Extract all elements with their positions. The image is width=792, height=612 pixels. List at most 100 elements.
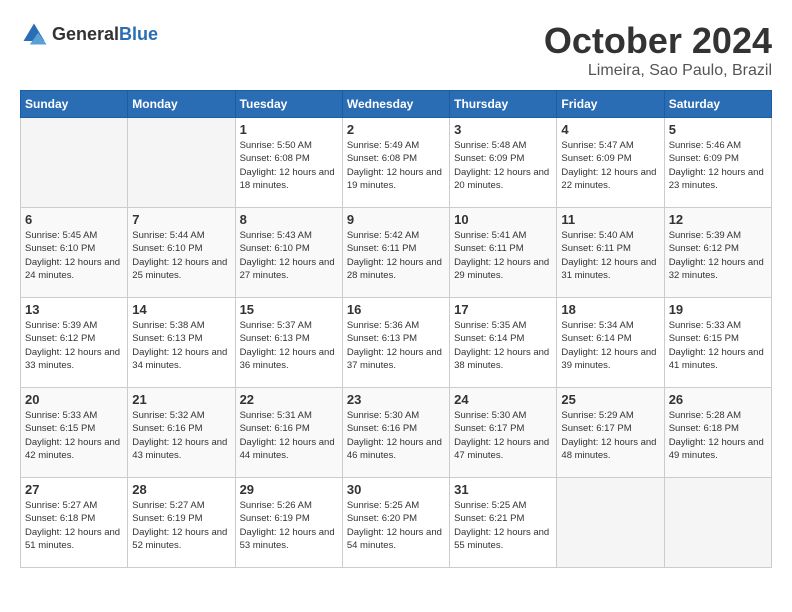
calendar-week-row: 20 Sunrise: 5:33 AMSunset: 6:15 PMDayligh… — [21, 388, 772, 478]
day-info: Sunrise: 5:49 AMSunset: 6:08 PMDaylight:… — [347, 139, 445, 192]
day-header-monday: Monday — [128, 91, 235, 118]
day-info: Sunrise: 5:35 AMSunset: 6:14 PMDaylight:… — [454, 319, 552, 372]
location-title: Limeira, Sao Paulo, Brazil — [544, 62, 772, 80]
day-number: 31 — [454, 482, 552, 497]
day-number: 20 — [25, 392, 123, 407]
day-info: Sunrise: 5:29 AMSunset: 6:17 PMDaylight:… — [561, 409, 659, 462]
day-number: 11 — [561, 212, 659, 227]
day-number: 2 — [347, 122, 445, 137]
day-info: Sunrise: 5:43 AMSunset: 6:10 PMDaylight:… — [240, 229, 338, 282]
day-number: 24 — [454, 392, 552, 407]
day-info: Sunrise: 5:33 AMSunset: 6:15 PMDaylight:… — [669, 319, 767, 372]
day-number: 22 — [240, 392, 338, 407]
day-header-saturday: Saturday — [664, 91, 771, 118]
day-number: 14 — [132, 302, 230, 317]
calendar-cell: 27 Sunrise: 5:27 AMSunset: 6:18 PMDayligh… — [21, 478, 128, 568]
calendar-cell: 2 Sunrise: 5:49 AMSunset: 6:08 PMDaylight… — [342, 118, 449, 208]
title-area: October 2024 Limeira, Sao Paulo, Brazil — [544, 20, 772, 80]
day-number: 3 — [454, 122, 552, 137]
calendar-cell: 28Sunrise: 5:27 AMSunset: 6:19 PMDayligh… — [128, 478, 235, 568]
day-number: 1 — [240, 122, 338, 137]
calendar-week-row: 27 Sunrise: 5:27 AMSunset: 6:18 PMDayligh… — [21, 478, 772, 568]
calendar-cell: 24 Sunrise: 5:30 AMSunset: 6:17 PMDayligh… — [450, 388, 557, 478]
day-info: Sunrise: 5:36 AMSunset: 6:13 PMDaylight:… — [347, 319, 445, 372]
calendar-cell — [557, 478, 664, 568]
day-info: Sunrise: 5:38 AMSunset: 6:13 PMDaylight:… — [132, 319, 230, 372]
day-info: Sunrise: 5:48 AMSunset: 6:09 PMDaylight:… — [454, 139, 552, 192]
calendar-cell: 18Sunrise: 5:34 AMSunset: 6:14 PMDayligh… — [557, 298, 664, 388]
day-info: Sunrise: 5:25 AMSunset: 6:20 PMDaylight:… — [347, 499, 445, 552]
day-number: 7 — [132, 212, 230, 227]
day-header-wednesday: Wednesday — [342, 91, 449, 118]
calendar-cell — [128, 118, 235, 208]
day-info: Sunrise: 5:46 AMSunset: 6:09 PMDaylight:… — [669, 139, 767, 192]
day-number: 23 — [347, 392, 445, 407]
calendar-cell: 30 Sunrise: 5:25 AMSunset: 6:20 PMDayligh… — [342, 478, 449, 568]
day-number: 10 — [454, 212, 552, 227]
calendar-cell: 17Sunrise: 5:35 AMSunset: 6:14 PMDayligh… — [450, 298, 557, 388]
day-number: 19 — [669, 302, 767, 317]
calendar-cell: 9Sunrise: 5:42 AMSunset: 6:11 PMDaylight… — [342, 208, 449, 298]
day-info: Sunrise: 5:39 AMSunset: 6:12 PMDaylight:… — [669, 229, 767, 282]
logo-general-text: General — [52, 24, 119, 44]
calendar-cell: 23 Sunrise: 5:30 AMSunset: 6:16 PMDayligh… — [342, 388, 449, 478]
day-number: 27 — [25, 482, 123, 497]
day-info: Sunrise: 5:30 AMSunset: 6:17 PMDaylight:… — [454, 409, 552, 462]
calendar-cell: 12 Sunrise: 5:39 AMSunset: 6:12 PMDayligh… — [664, 208, 771, 298]
calendar-cell: 22 Sunrise: 5:31 AMSunset: 6:16 PMDayligh… — [235, 388, 342, 478]
day-number: 16 — [347, 302, 445, 317]
calendar-cell: 4Sunrise: 5:47 AMSunset: 6:09 PMDaylight… — [557, 118, 664, 208]
calendar-cell: 10 Sunrise: 5:41 AMSunset: 6:11 PMDayligh… — [450, 208, 557, 298]
logo: GeneralBlue — [20, 20, 158, 48]
day-info: Sunrise: 5:44 AMSunset: 6:10 PMDaylight:… — [132, 229, 230, 282]
day-info: Sunrise: 5:30 AMSunset: 6:16 PMDaylight:… — [347, 409, 445, 462]
day-header-thursday: Thursday — [450, 91, 557, 118]
day-number: 5 — [669, 122, 767, 137]
day-number: 28 — [132, 482, 230, 497]
calendar-week-row: 1 Sunrise: 5:50 AMSunset: 6:08 PMDaylight… — [21, 118, 772, 208]
day-number: 25 — [561, 392, 659, 407]
calendar-week-row: 13Sunrise: 5:39 AMSunset: 6:12 PMDayligh… — [21, 298, 772, 388]
logo-wordmark: GeneralBlue — [52, 24, 158, 45]
calendar-cell: 20 Sunrise: 5:33 AMSunset: 6:15 PMDayligh… — [21, 388, 128, 478]
day-header-sunday: Sunday — [21, 91, 128, 118]
day-info: Sunrise: 5:39 AMSunset: 6:12 PMDaylight:… — [25, 319, 123, 372]
day-number: 18 — [561, 302, 659, 317]
calendar-cell: 13Sunrise: 5:39 AMSunset: 6:12 PMDayligh… — [21, 298, 128, 388]
day-header-friday: Friday — [557, 91, 664, 118]
day-info: Sunrise: 5:41 AMSunset: 6:11 PMDaylight:… — [454, 229, 552, 282]
day-info: Sunrise: 5:27 AMSunset: 6:18 PMDaylight:… — [25, 499, 123, 552]
day-info: Sunrise: 5:40 AMSunset: 6:11 PMDaylight:… — [561, 229, 659, 282]
calendar-cell: 3 Sunrise: 5:48 AMSunset: 6:09 PMDaylight… — [450, 118, 557, 208]
day-info: Sunrise: 5:31 AMSunset: 6:16 PMDaylight:… — [240, 409, 338, 462]
calendar-cell: 14 Sunrise: 5:38 AMSunset: 6:13 PMDayligh… — [128, 298, 235, 388]
day-info: Sunrise: 5:28 AMSunset: 6:18 PMDaylight:… — [669, 409, 767, 462]
calendar-cell: 26 Sunrise: 5:28 AMSunset: 6:18 PMDayligh… — [664, 388, 771, 478]
day-info: Sunrise: 5:26 AMSunset: 6:19 PMDaylight:… — [240, 499, 338, 552]
day-number: 21 — [132, 392, 230, 407]
calendar-cell: 11 Sunrise: 5:40 AMSunset: 6:11 PMDayligh… — [557, 208, 664, 298]
page-header: GeneralBlue October 2024 Limeira, Sao Pa… — [20, 20, 772, 80]
day-number: 9 — [347, 212, 445, 227]
calendar-cell: 16 Sunrise: 5:36 AMSunset: 6:13 PMDayligh… — [342, 298, 449, 388]
calendar-cell: 29Sunrise: 5:26 AMSunset: 6:19 PMDayligh… — [235, 478, 342, 568]
day-number: 6 — [25, 212, 123, 227]
calendar-table: SundayMondayTuesdayWednesdayThursdayFrid… — [20, 90, 772, 568]
calendar-cell: 21 Sunrise: 5:32 AMSunset: 6:16 PMDayligh… — [128, 388, 235, 478]
calendar-cell — [664, 478, 771, 568]
calendar-week-row: 6 Sunrise: 5:45 AMSunset: 6:10 PMDaylight… — [21, 208, 772, 298]
calendar-cell: 25 Sunrise: 5:29 AMSunset: 6:17 PMDayligh… — [557, 388, 664, 478]
day-info: Sunrise: 5:25 AMSunset: 6:21 PMDaylight:… — [454, 499, 552, 552]
day-info: Sunrise: 5:45 AMSunset: 6:10 PMDaylight:… — [25, 229, 123, 282]
day-info: Sunrise: 5:47 AMSunset: 6:09 PMDaylight:… — [561, 139, 659, 192]
calendar-cell: 1 Sunrise: 5:50 AMSunset: 6:08 PMDaylight… — [235, 118, 342, 208]
day-info: Sunrise: 5:32 AMSunset: 6:16 PMDaylight:… — [132, 409, 230, 462]
day-number: 26 — [669, 392, 767, 407]
day-info: Sunrise: 5:33 AMSunset: 6:15 PMDaylight:… — [25, 409, 123, 462]
calendar-cell: 8Sunrise: 5:43 AMSunset: 6:10 PMDaylight… — [235, 208, 342, 298]
calendar-cell — [21, 118, 128, 208]
day-number: 30 — [347, 482, 445, 497]
day-number: 12 — [669, 212, 767, 227]
month-title: October 2024 — [544, 20, 772, 62]
day-info: Sunrise: 5:50 AMSunset: 6:08 PMDaylight:… — [240, 139, 338, 192]
